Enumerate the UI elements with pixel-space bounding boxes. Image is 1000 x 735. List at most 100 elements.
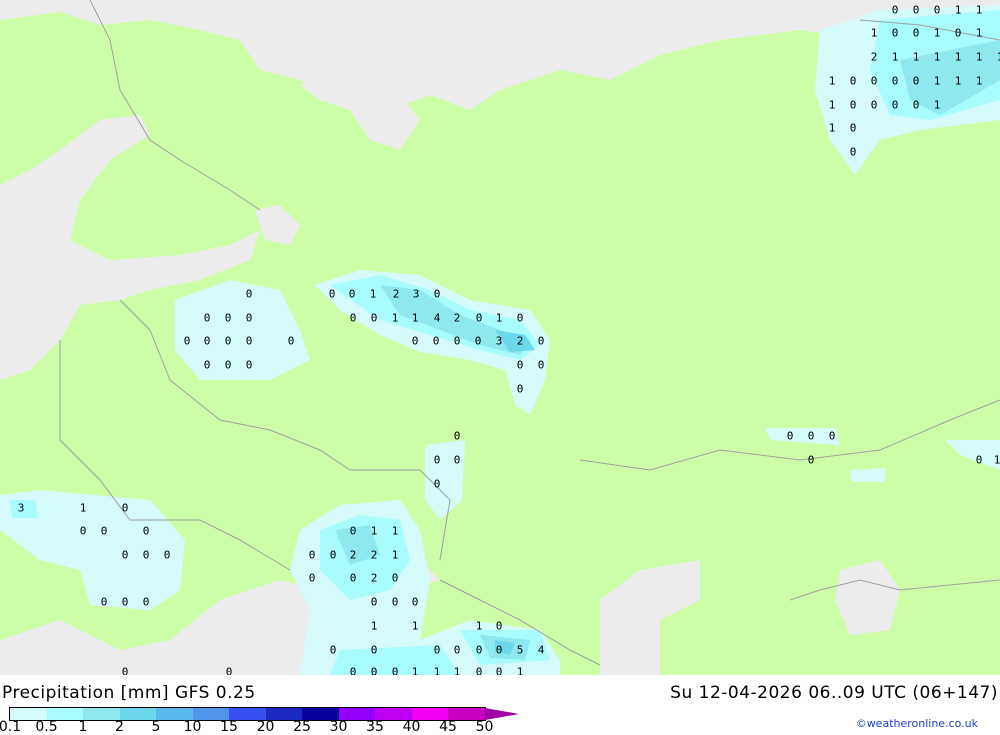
- precip-value-label: 0: [912, 74, 920, 88]
- precip-value-label: 0: [142, 595, 150, 609]
- precip-value-label: 0: [475, 311, 483, 325]
- precip-value-label: 0: [391, 571, 399, 585]
- precip-value-label: 1: [891, 50, 899, 64]
- precip-value-label: 0: [308, 571, 316, 585]
- precip-value-label: 0: [912, 98, 920, 112]
- precip-value-label: 0: [891, 74, 899, 88]
- precip-value-label: 0: [121, 595, 129, 609]
- precipitation-map: 0012300011420100000320000000000000000000…: [0, 0, 1000, 675]
- precip-value-label: 0: [537, 358, 545, 372]
- credit-link[interactable]: ©weatheronline.co.uk: [856, 717, 978, 730]
- precip-value-label: 1: [411, 619, 419, 633]
- precip-value-label: 1: [391, 311, 399, 325]
- precip-value-label: 1: [954, 50, 962, 64]
- precip-value-label: 0: [370, 665, 378, 676]
- precip-value-label: 5: [516, 643, 524, 657]
- precip-value-label: 1: [391, 524, 399, 538]
- legend-footer: Precipitation [mm] GFS 0.25 Su 12-04-202…: [0, 675, 1000, 735]
- precip-value-label: 1: [870, 26, 878, 40]
- precip-value-label: 0: [183, 334, 191, 348]
- precip-value-label: 0: [203, 334, 211, 348]
- precip-value-label: 0: [411, 334, 419, 348]
- precip-value-label: 4: [537, 643, 545, 657]
- precip-value-label: 0: [349, 571, 357, 585]
- precip-value-label: 0: [349, 311, 357, 325]
- precip-value-label: 1: [975, 3, 983, 17]
- precip-value-label: 1: [516, 665, 524, 676]
- precip-value-label: 0: [474, 334, 482, 348]
- precip-value-label: 0: [891, 98, 899, 112]
- precip-value-label: 3: [412, 287, 420, 301]
- precip-value-label: 1: [370, 524, 378, 538]
- precip-value-label: 0: [100, 595, 108, 609]
- precip-value-label: 0: [100, 524, 108, 538]
- precip-value-label: 0: [225, 665, 233, 676]
- precip-value-label: 0: [224, 311, 232, 325]
- precip-value-label: 1: [828, 98, 836, 112]
- lake-ladoga: [255, 205, 300, 245]
- precip-value-label: 0: [432, 334, 440, 348]
- precip-value-label: 0: [142, 548, 150, 562]
- precip-value-label: 0: [349, 665, 357, 676]
- precip-value-label: 0: [391, 595, 399, 609]
- precip-value-label: 1: [411, 665, 419, 676]
- precip-value-label: 0: [849, 98, 857, 112]
- precip-value-label: 1: [933, 74, 941, 88]
- precip-value-label: 0: [495, 619, 503, 633]
- precip-value-label: 2: [349, 548, 357, 562]
- precip-value-label: 0: [849, 74, 857, 88]
- precip-value-label: 0: [475, 643, 483, 657]
- precip-value-label: 0: [807, 429, 815, 443]
- precip-value-label: 0: [453, 334, 461, 348]
- precip-value-label: 0: [453, 643, 461, 657]
- precip-value-label: 0: [348, 287, 356, 301]
- precip-value-label: 0: [433, 287, 441, 301]
- precip-value-label: 0: [245, 287, 253, 301]
- precip-value-label: 1: [933, 98, 941, 112]
- precip-value-label: 1: [828, 121, 836, 135]
- precip-value-label: 0: [142, 524, 150, 538]
- precip-value-label: 0: [786, 429, 794, 443]
- precip-value-label: 2: [392, 287, 400, 301]
- precip-value-label: 2: [370, 548, 378, 562]
- precip-value-label: 0: [828, 429, 836, 443]
- precip-value-label: 1: [993, 453, 1000, 467]
- precip-value-label: 0: [121, 665, 129, 676]
- precip-value-label: 1: [391, 548, 399, 562]
- scale-swatch: [119, 708, 156, 720]
- precip-value-label: 0: [370, 311, 378, 325]
- precip-value-label: 0: [328, 287, 336, 301]
- precip-value-label: 1: [411, 311, 419, 325]
- precip-value-label: 0: [411, 595, 419, 609]
- precip-value-label: 1: [933, 26, 941, 40]
- precip-value-label: 0: [203, 358, 211, 372]
- precip-value-label: 0: [349, 524, 357, 538]
- precip-value-label: 0: [912, 26, 920, 40]
- precip-value-label: 0: [245, 358, 253, 372]
- precip-value-label: 3: [495, 334, 503, 348]
- precip-value-label: 0: [453, 453, 461, 467]
- precip-value-label: 1: [369, 287, 377, 301]
- precip-value-label: 0: [516, 311, 524, 325]
- precip-value-label: 0: [329, 548, 337, 562]
- precip-value-label: 1: [370, 619, 378, 633]
- precip-value-label: 1: [933, 50, 941, 64]
- precip-value-label: 0: [537, 334, 545, 348]
- precip-value-label: 0: [121, 548, 129, 562]
- precip-value-label: 2: [453, 311, 461, 325]
- precip-value-label: 0: [975, 453, 983, 467]
- aral-sea: [835, 560, 900, 635]
- precip-value-label: 0: [891, 3, 899, 17]
- precip-value-label: 0: [516, 358, 524, 372]
- precip-value-label: 0: [891, 26, 899, 40]
- precip-value-label: 0: [391, 665, 399, 676]
- precip-value-label: 0: [912, 3, 920, 17]
- precip-value-label: 1: [975, 26, 983, 40]
- precip-value-label: 0: [933, 3, 941, 17]
- precip-value-label: 1: [495, 311, 503, 325]
- precip-value-label: 1: [912, 50, 920, 64]
- precip-value-label: 1: [954, 3, 962, 17]
- precip-value-label: 1: [475, 619, 483, 633]
- precip-value-label: 0: [245, 311, 253, 325]
- precip-value-label: 1: [79, 501, 87, 515]
